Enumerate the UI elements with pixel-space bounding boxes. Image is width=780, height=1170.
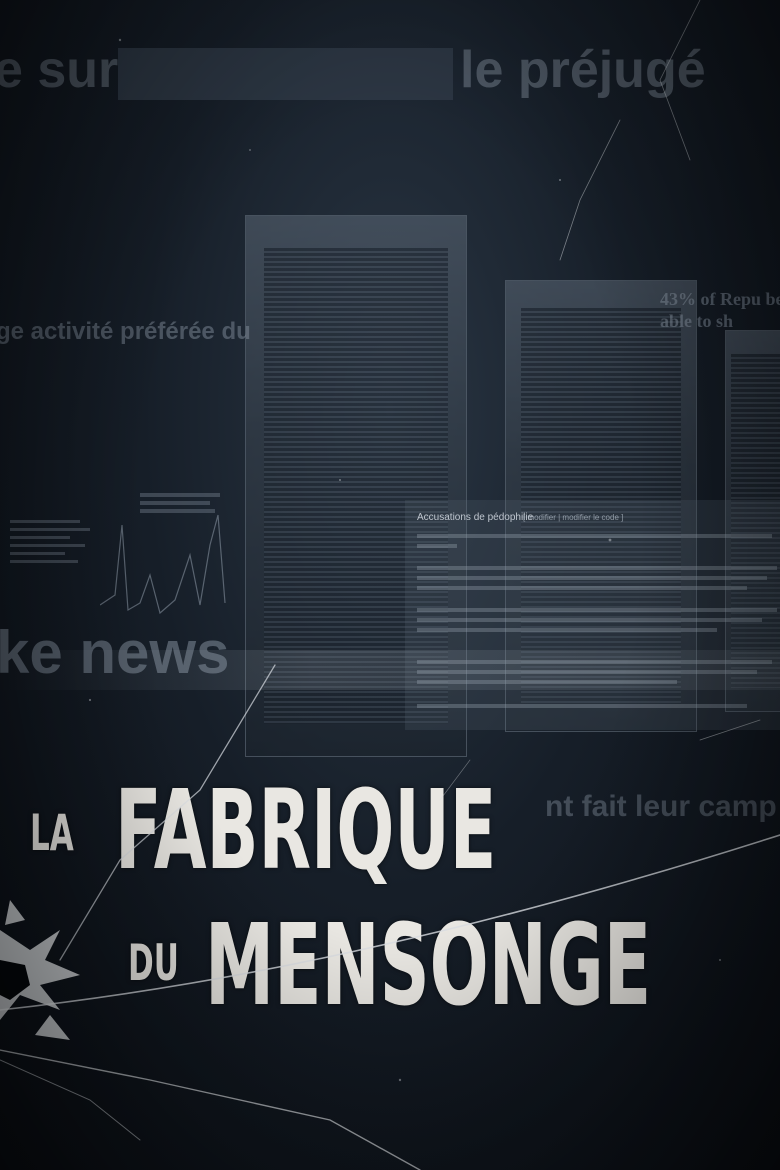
poster: e sur le préjugé ge activité préférée du… — [0, 0, 780, 1170]
cracked-glass-overlay — [0, 0, 780, 1170]
